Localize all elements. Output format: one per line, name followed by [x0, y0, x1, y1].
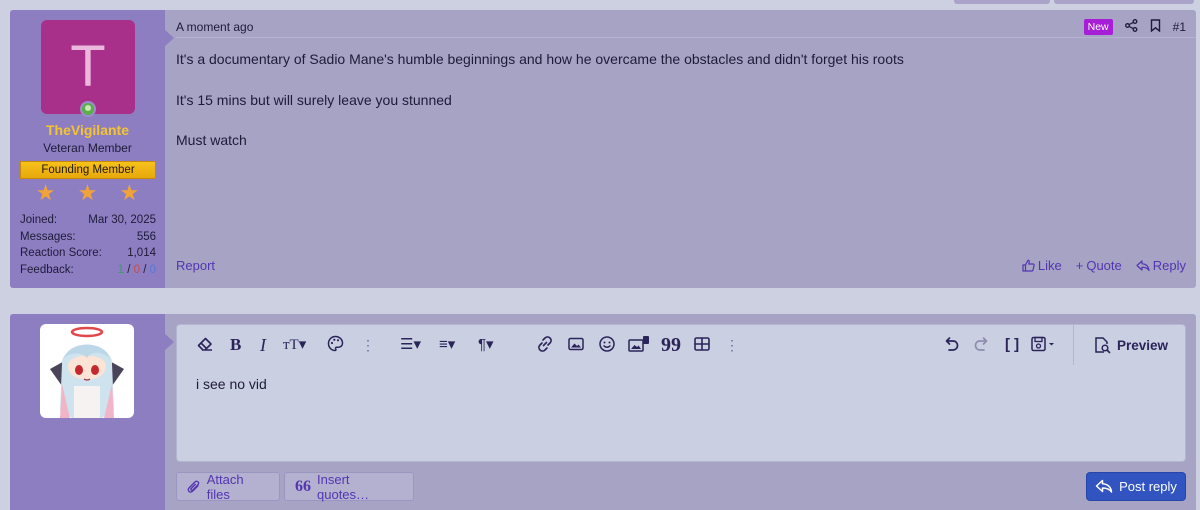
image-icon[interactable]: [567, 335, 585, 355]
smiley-icon[interactable]: [598, 335, 616, 355]
post-header-actions: New #1: [1083, 19, 1186, 35]
paperclip-icon: [187, 480, 200, 493]
post-paragraph: It's a documentary of Sadio Mane's humbl…: [176, 51, 904, 67]
feedback-values[interactable]: 1 / 0 / 0: [118, 262, 156, 279]
undo-icon[interactable]: [942, 335, 960, 355]
stat-value: 1,014: [127, 247, 156, 259]
bold-icon[interactable]: B: [230, 335, 241, 355]
post-paragraph: It's 15 mins but will surely leave you s…: [176, 91, 452, 108]
post-header-divider: [176, 37, 1196, 38]
reply-icon: [1136, 259, 1150, 271]
preview-button[interactable]: Preview: [1073, 325, 1187, 365]
more-vertical-icon[interactable]: ⋮: [361, 335, 375, 355]
post-number[interactable]: #1: [1173, 20, 1186, 34]
quote-button[interactable]: + Quote: [1076, 258, 1122, 273]
like-label: Like: [1037, 258, 1062, 273]
report-link[interactable]: Report: [176, 258, 215, 273]
bookmark-icon[interactable]: [1150, 19, 1161, 35]
thumbs-up-icon: [1022, 259, 1035, 272]
preview-label: Preview: [1116, 337, 1169, 353]
stat-feedback: Feedback: 1 / 0 / 0: [20, 262, 156, 279]
rank-stars-icon: ★ ★ ★: [35, 180, 148, 205]
new-badge: New: [1083, 19, 1113, 35]
redo-icon[interactable]: [973, 335, 991, 355]
plus-icon: +: [1075, 258, 1084, 273]
post-actions: Like + Quote Reply: [1022, 258, 1186, 273]
editor-toolbar: B I ᴛT▾ ⋮ ☰▾ ≡▾ ¶▾ 99 ⋮ [] Preview: [177, 325, 1187, 365]
quick-reply: B I ᴛT▾ ⋮ ☰▾ ≡▾ ¶▾ 99 ⋮ [] Preview i se…: [10, 314, 1196, 510]
more-vertical-icon[interactable]: ⋮: [725, 335, 739, 355]
user-cell-arrow: [165, 30, 174, 46]
media-icon[interactable]: [628, 335, 650, 355]
drafts-icon[interactable]: [1030, 335, 1056, 355]
user-banner: Founding Member: [20, 161, 156, 179]
post-reply-label: Post reply: [1119, 479, 1177, 494]
stat-messages: Messages: 556: [20, 229, 156, 246]
link-icon[interactable]: [536, 335, 554, 355]
stat-label: Joined:: [20, 214, 58, 226]
insert-quotes-button[interactable]: 66 Insert quotes…: [284, 471, 414, 502]
reply-label: Reply: [1152, 258, 1186, 273]
user-title: Veteran Member: [43, 141, 132, 155]
text-size-icon[interactable]: ᴛT▾: [283, 335, 306, 355]
quote-label: Quote: [1086, 258, 1122, 273]
table-icon[interactable]: [693, 335, 711, 355]
eraser-icon[interactable]: [196, 335, 214, 355]
post-timestamp[interactable]: A moment ago: [176, 20, 253, 34]
avatar[interactable]: [40, 324, 134, 418]
stat-reaction-score: Reaction Score: 1,014: [20, 245, 156, 262]
stat-value: Mar 30, 2025: [88, 214, 156, 226]
align-icon[interactable]: ≡▾: [439, 335, 455, 355]
preview-icon: [1095, 337, 1111, 354]
reply-textarea[interactable]: i see no vid: [196, 376, 267, 392]
reply-button[interactable]: Reply: [1136, 258, 1186, 273]
feedback-negative: 0: [149, 263, 156, 276]
online-status-icon: [80, 101, 96, 117]
feedback-separator: /: [124, 263, 134, 276]
palette-icon[interactable]: [327, 335, 344, 355]
paragraph-icon[interactable]: ¶▾: [478, 335, 494, 355]
user-cell: [10, 314, 165, 510]
attach-files-button[interactable]: Attach files: [176, 471, 280, 502]
username[interactable]: TheVigilante: [10, 122, 165, 138]
quote-marks-icon: 66: [295, 477, 311, 495]
user-cell-arrow: [165, 334, 174, 350]
top-tab-left: [954, 0, 1050, 4]
post-paragraph: Must watch: [176, 132, 247, 148]
bbcode-icon[interactable]: [ ]: [1005, 335, 1019, 355]
share-icon[interactable]: [1124, 19, 1138, 35]
message-post: T TheVigilante Veteran Member Founding M…: [10, 10, 1196, 288]
like-button[interactable]: Like: [1022, 258, 1062, 273]
user-stats: Joined: Mar 30, 2025 Messages: 556 React…: [20, 212, 156, 278]
avatar[interactable]: T: [41, 20, 135, 114]
quote-icon[interactable]: 99: [661, 335, 681, 355]
reply-editor: B I ᴛT▾ ⋮ ☰▾ ≡▾ ¶▾ 99 ⋮ [] Preview i se…: [176, 324, 1186, 462]
reply-icon: [1095, 479, 1113, 493]
list-icon[interactable]: ☰▾: [400, 335, 421, 355]
post-body: It's a documentary of Sadio Mane's humbl…: [176, 52, 904, 174]
attach-files-label: Attach files: [206, 471, 244, 502]
post-reply-button[interactable]: Post reply: [1086, 472, 1186, 501]
stat-joined: Joined: Mar 30, 2025: [20, 212, 156, 229]
top-tab-right: [1054, 0, 1194, 4]
insert-quotes-label: Insert quotes…: [317, 471, 370, 502]
stat-label: Feedback:: [20, 263, 74, 276]
feedback-separator: /: [140, 263, 150, 276]
user-cell: T TheVigilante Veteran Member Founding M…: [10, 10, 165, 288]
italic-icon[interactable]: I: [260, 335, 266, 355]
post-footer: Report Like + Quote Reply: [176, 258, 1186, 273]
stat-label: Reaction Score:: [20, 247, 102, 259]
stat-label: Messages:: [20, 230, 76, 243]
stat-value[interactable]: 556: [137, 229, 156, 246]
